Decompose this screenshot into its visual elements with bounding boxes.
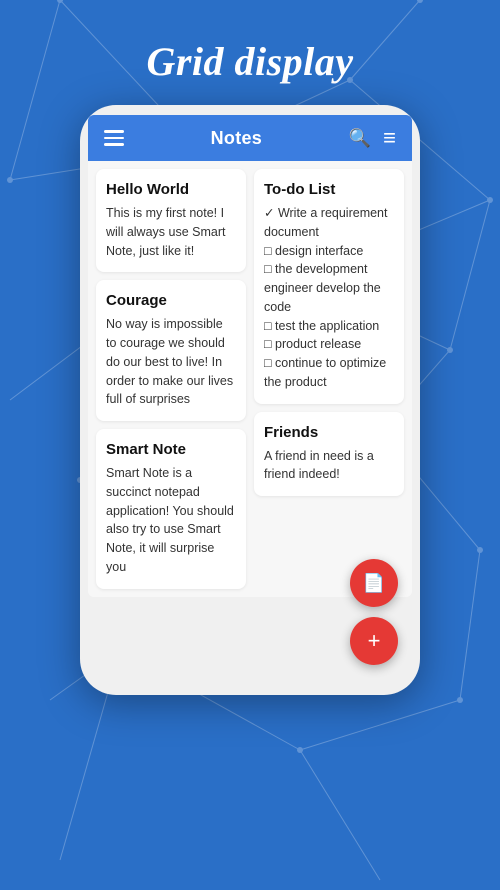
- fab-container: 📄 +: [350, 559, 398, 665]
- note-title: Courage: [106, 292, 236, 309]
- note-card-smart-note[interactable]: Smart Note Smart Note is a succinct note…: [96, 429, 246, 589]
- page-title: Grid display: [0, 0, 500, 105]
- note-title: Smart Note: [106, 441, 236, 458]
- note-title: Friends: [264, 424, 394, 441]
- filter-icon[interactable]: ≡: [383, 125, 396, 151]
- phone-shell: Notes 🔍 ≡ Hello World This is my first n…: [80, 105, 420, 695]
- note-body: A friend in need is a friend indeed!: [264, 447, 394, 485]
- note-body: ✓ Write a requirement document □ design …: [264, 204, 394, 392]
- search-icon[interactable]: 🔍: [349, 128, 371, 149]
- menu-icon[interactable]: [104, 130, 124, 146]
- note-card-todo[interactable]: To-do List ✓ Write a requirement documen…: [254, 169, 404, 404]
- note-card-hello-world[interactable]: Hello World This is my first note! I wil…: [96, 169, 246, 272]
- note-body: No way is impossible to courage we shoul…: [106, 315, 236, 409]
- note-body: Smart Note is a succinct notepad applica…: [106, 464, 236, 577]
- note-title: To-do List: [264, 181, 394, 198]
- note-body: This is my first note! I will always use…: [106, 204, 236, 260]
- document-icon: 📄: [363, 573, 385, 594]
- add-fab[interactable]: +: [350, 617, 398, 665]
- app-bar: Notes 🔍 ≡: [88, 115, 412, 161]
- notes-grid: Hello World This is my first note! I wil…: [88, 161, 412, 597]
- plus-icon: +: [368, 628, 381, 654]
- note-card-friends[interactable]: Friends A friend in need is a friend ind…: [254, 412, 404, 497]
- note-title: Hello World: [106, 181, 236, 198]
- app-bar-title: Notes: [211, 128, 263, 149]
- app-bar-icons: 🔍 ≡: [349, 125, 396, 151]
- new-note-fab[interactable]: 📄: [350, 559, 398, 607]
- note-card-courage[interactable]: Courage No way is impossible to courage …: [96, 280, 246, 421]
